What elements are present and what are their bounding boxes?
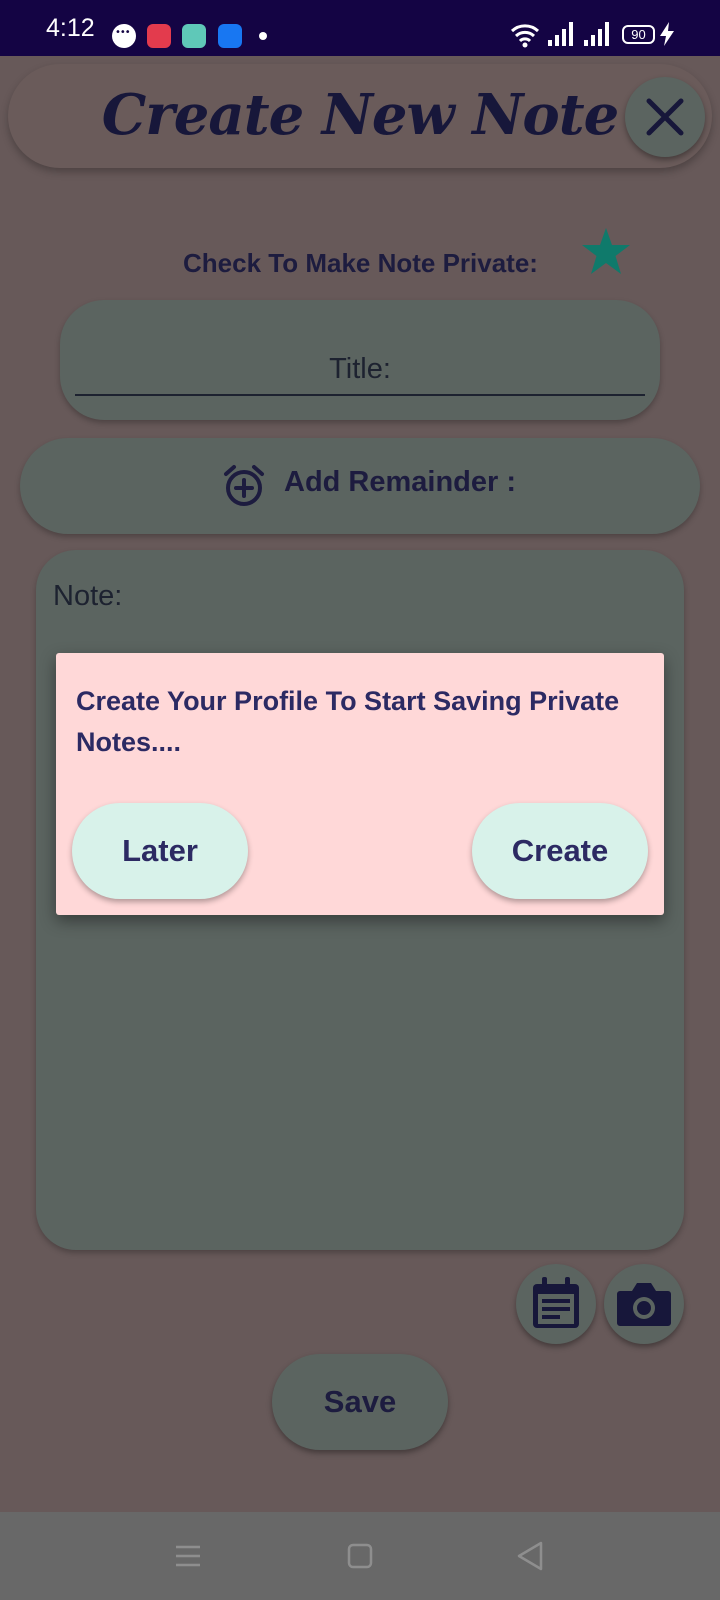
- camera-button[interactable]: [604, 1264, 684, 1344]
- back-icon: [517, 1541, 543, 1571]
- system-nav-bar: [0, 1512, 720, 1600]
- home-icon: [347, 1543, 373, 1569]
- alarm-add-icon: [224, 465, 264, 506]
- menu-nav-button[interactable]: [164, 1532, 212, 1580]
- add-reminder-button[interactable]: Add Remainder :: [20, 438, 700, 534]
- screen-record-icon: [147, 24, 171, 48]
- title-field-container: Title:: [60, 300, 660, 420]
- create-profile-button[interactable]: Create: [472, 803, 648, 899]
- dialog-message: Create Your Profile To Start Saving Priv…: [76, 686, 620, 757]
- save-button[interactable]: Save: [272, 1354, 448, 1450]
- message-icon: [112, 24, 136, 48]
- star-icon[interactable]: [580, 226, 632, 276]
- menu-icon: [176, 1545, 200, 1567]
- signal-icon: [584, 22, 609, 46]
- note-placeholder: Note:: [53, 580, 123, 612]
- battery-icon: 90: [622, 25, 655, 44]
- page-title: Create New Note: [101, 82, 620, 148]
- back-nav-button[interactable]: [506, 1532, 554, 1580]
- create-profile-dialog: Create Your Profile To Start Saving Priv…: [56, 653, 664, 915]
- charging-icon: [660, 22, 674, 46]
- camera-icon: [617, 1283, 671, 1326]
- close-button[interactable]: [625, 77, 705, 157]
- header-bar: Create New Note: [8, 64, 712, 168]
- home-nav-button[interactable]: [336, 1532, 384, 1580]
- dot-icon: [259, 32, 267, 40]
- usb-icon: [218, 24, 242, 48]
- status-time: 4:12: [46, 14, 95, 42]
- close-icon: [646, 98, 684, 136]
- signal-icon: [548, 22, 573, 46]
- calendar-note-icon: [533, 1277, 579, 1328]
- private-label: Check To Make Note Private:: [183, 248, 538, 278]
- gallery-icon: [182, 24, 206, 48]
- title-input[interactable]: Title:: [75, 344, 645, 396]
- reminder-label: Add Remainder :: [284, 466, 517, 498]
- status-bar: 4:12 90: [0, 0, 720, 56]
- calendar-button[interactable]: [516, 1264, 596, 1344]
- wifi-icon: [510, 24, 540, 48]
- later-button[interactable]: Later: [72, 803, 248, 899]
